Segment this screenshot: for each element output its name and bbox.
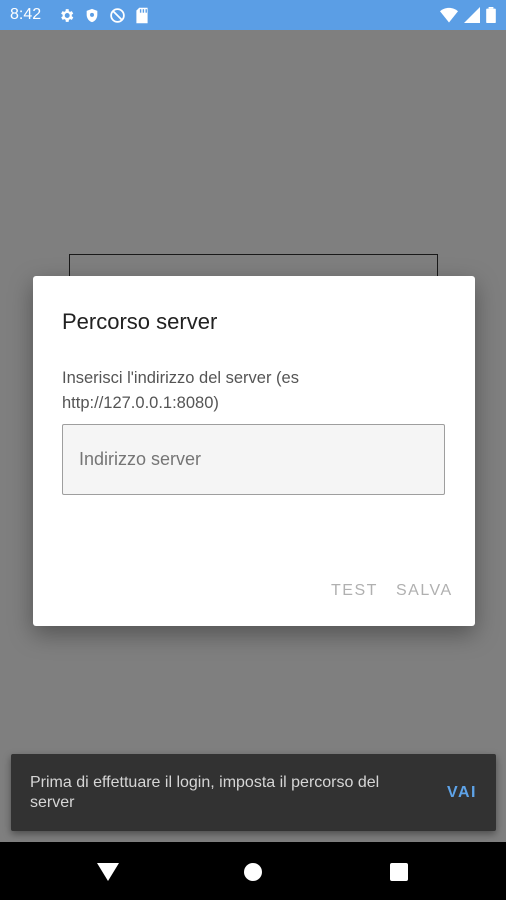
snackbar-action-button[interactable]: VAI <box>447 784 477 802</box>
navigation-bar <box>0 842 506 900</box>
status-icons-right <box>440 7 496 23</box>
status-bar: 8:42 <box>0 0 506 30</box>
shield-icon <box>84 7 100 24</box>
dialog-title: Percorso server <box>62 309 218 334</box>
server-address-input[interactable] <box>62 424 445 495</box>
snackbar: Prima di effettuare il login, imposta il… <box>11 754 496 831</box>
do-not-disturb-icon <box>109 7 126 24</box>
back-icon[interactable] <box>96 860 120 884</box>
status-icons-left <box>58 6 149 24</box>
signal-icon <box>464 7 480 23</box>
wifi-icon <box>440 7 458 23</box>
battery-icon <box>486 7 496 23</box>
settings-icon <box>58 7 75 24</box>
home-icon[interactable] <box>241 860 265 884</box>
status-time: 8:42 <box>10 6 42 23</box>
sd-card-icon <box>135 7 149 24</box>
save-button[interactable]: SALVA <box>396 582 453 600</box>
snackbar-message: Prima di effettuare il login, imposta il… <box>30 774 380 811</box>
test-button[interactable]: TEST <box>331 582 378 600</box>
dialog-message: Inserisci l'indirizzo del server (es htt… <box>62 369 299 412</box>
recents-icon[interactable] <box>387 860 411 884</box>
server-path-dialog: Percorso server Inserisci l'indirizzo de… <box>33 276 475 626</box>
